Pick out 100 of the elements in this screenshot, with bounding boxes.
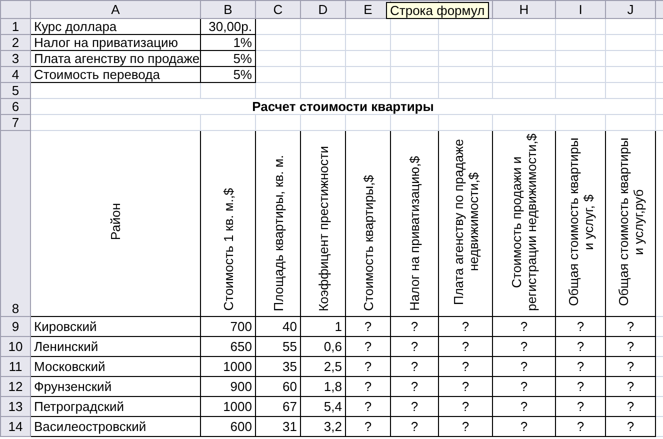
table-cell: 1000	[200, 396, 256, 416]
row-header[interactable]: 8	[0, 130, 30, 316]
table-cell: ?	[438, 316, 492, 336]
row-header[interactable]: 6	[0, 98, 30, 114]
table-title: Расчет стоимости квартиры	[30, 98, 656, 114]
table-cell: 60	[256, 376, 300, 396]
table-cell: 40	[256, 316, 300, 336]
table-cell: ?	[438, 376, 492, 396]
table-cell: ?	[438, 336, 492, 356]
parameter-label: Плата агенству по продаже	[30, 50, 200, 66]
table-cell: Петроградский	[30, 396, 200, 416]
table-cell: Московский	[30, 356, 200, 376]
parameter-label: Стоимость перевода	[30, 66, 200, 82]
column-heading: Общая стоимость квартиры и услуг, $	[566, 136, 596, 308]
table-cell: ?	[390, 396, 438, 416]
table-cell: ?	[390, 336, 438, 356]
row-header[interactable]: 13	[0, 396, 30, 416]
table-cell: ?	[390, 316, 438, 336]
table-cell: Фрунзенский	[30, 376, 200, 396]
row-header[interactable]: 3	[0, 50, 30, 66]
table-cell: ?	[606, 356, 656, 376]
column-header[interactable]: C	[256, 0, 300, 18]
column-header[interactable]: D	[300, 0, 346, 18]
table-cell: ?	[438, 416, 492, 436]
table-cell: 5,4	[300, 396, 346, 416]
table-cell: 67	[256, 396, 300, 416]
row-header[interactable]: 4	[0, 66, 30, 82]
table-cell: 0,6	[300, 336, 346, 356]
table-cell: ?	[492, 336, 556, 356]
column-heading: Стоимость квартиры,$	[360, 175, 376, 311]
column-heading: Налог на приватизацию,$	[407, 156, 422, 311]
table-cell: 1,8	[300, 376, 346, 396]
parameter-label: Налог на приватизацию	[30, 34, 200, 50]
table-cell: 3,2	[300, 416, 346, 436]
table-cell: 650	[200, 336, 256, 356]
table-cell: ?	[346, 316, 390, 336]
column-heading: Район	[108, 203, 123, 241]
row-header[interactable]: 14	[0, 416, 30, 436]
table-cell: Василеостровский	[30, 416, 200, 436]
table-cell: ?	[346, 356, 390, 376]
column-heading: Коэффицент престижности	[316, 146, 330, 311]
table-cell: ?	[438, 396, 492, 416]
row-header[interactable]: 11	[0, 356, 30, 376]
table-cell: ?	[606, 416, 656, 436]
table-cell: ?	[346, 336, 390, 356]
table-cell: ?	[606, 316, 656, 336]
table-cell: ?	[492, 376, 556, 396]
table-cell: ?	[390, 356, 438, 376]
parameter-value: 5%	[200, 66, 256, 82]
column-header[interactable]: E	[346, 0, 390, 18]
table-cell: 1000	[200, 356, 256, 376]
table-cell: Ленинский	[30, 336, 200, 356]
row-header[interactable]: 2	[0, 34, 30, 50]
column-header[interactable]: H	[492, 0, 556, 18]
row-header[interactable]: 5	[0, 82, 30, 98]
table-cell: ?	[438, 356, 492, 376]
table-cell: 2,5	[300, 356, 346, 376]
table-cell: ?	[346, 376, 390, 396]
row-header[interactable]: 7	[0, 114, 30, 130]
row-header[interactable]: 1	[0, 18, 30, 34]
table-cell: ?	[606, 336, 656, 356]
row-header[interactable]: 10	[0, 336, 30, 356]
parameter-label: Курс доллара	[30, 18, 200, 34]
column-header[interactable]: I	[556, 0, 606, 18]
table-cell: 700	[200, 316, 256, 336]
column-heading: Плата агенству по прадаже недвижимости,$	[450, 138, 480, 307]
parameter-value: 1%	[200, 34, 256, 50]
table-cell: 55	[256, 336, 300, 356]
table-cell: 35	[256, 356, 300, 376]
table-cell: 1	[300, 316, 346, 336]
column-heading: Общая стоимость квартиры и услуг,руб	[616, 136, 646, 308]
table-cell: ?	[390, 376, 438, 396]
table-cell: 31	[256, 416, 300, 436]
table-cell: ?	[556, 316, 606, 336]
row-header[interactable]: 12	[0, 376, 30, 396]
table-cell: 900	[200, 376, 256, 396]
row-header[interactable]: 9	[0, 316, 30, 336]
table-cell: ?	[556, 336, 606, 356]
table-cell: ?	[346, 396, 390, 416]
column-header[interactable]: A	[30, 0, 200, 18]
table-cell: ?	[556, 416, 606, 436]
tooltip: Строка формул	[386, 2, 489, 19]
column-heading: Стоимость продажи и регистрации недвижимости,$	[509, 133, 539, 311]
column-header[interactable]: B	[200, 0, 256, 18]
table-cell: ?	[556, 356, 606, 376]
table-cell: ?	[606, 396, 656, 416]
table-cell: ?	[556, 396, 606, 416]
table-cell: 600	[200, 416, 256, 436]
parameter-value: 5%	[200, 50, 256, 66]
table-cell: ?	[492, 356, 556, 376]
column-header[interactable]: J	[606, 0, 656, 18]
table-cell: ?	[606, 376, 656, 396]
table-cell: ?	[390, 416, 438, 436]
table-cell: ?	[346, 416, 390, 436]
column-heading: Стоимость 1 кв. м.,$	[220, 188, 236, 311]
parameter-value: 30,00р.	[200, 18, 256, 34]
table-cell: ?	[492, 316, 556, 336]
table-cell: ?	[492, 416, 556, 436]
column-heading: Площадь квартиры, кв. м.	[270, 154, 286, 311]
table-cell: Кировский	[30, 316, 200, 336]
